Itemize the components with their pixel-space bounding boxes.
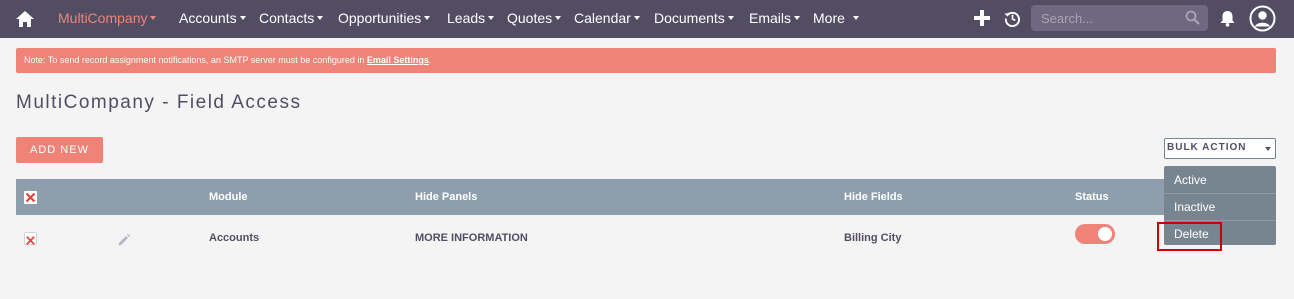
nav-item-label: Leads (447, 10, 486, 26)
chevron-down-icon (555, 16, 562, 21)
cell-module[interactable]: Accounts (209, 215, 259, 261)
chevron-down-icon (1265, 147, 1271, 151)
smtp-notice: Note: To send record assignment notifica… (16, 48, 1276, 73)
column-header-status[interactable]: Status (1075, 179, 1109, 215)
status-toggle[interactable] (1075, 224, 1115, 244)
chevron-down-icon (424, 16, 431, 21)
add-new-button[interactable]: ADD NEW (16, 137, 103, 163)
nav-item-multicompany[interactable]: MultiCompany (58, 0, 157, 38)
nav-item-contacts[interactable]: Contacts (259, 0, 324, 38)
search-input[interactable] (1041, 5, 1181, 31)
notice-suffix: . (428, 55, 432, 65)
toggle-knob (1098, 227, 1112, 241)
menu-item-inactive[interactable]: Inactive (1164, 194, 1276, 220)
notice-text: Note: To send record assignment notifica… (24, 55, 367, 65)
nav-item-opportunities[interactable]: Opportunities (338, 0, 431, 38)
nav-item-label: Accounts (179, 10, 237, 26)
top-navigation: MultiCompany Accounts Contacts Opportuni… (0, 0, 1294, 38)
nav-item-accounts[interactable]: Accounts (179, 0, 246, 38)
menu-item-active[interactable]: Active (1164, 167, 1276, 193)
chevron-down-icon (488, 16, 495, 21)
nav-item-label: Documents (654, 10, 725, 26)
search-icon[interactable] (1185, 10, 1200, 25)
nav-item-leads[interactable]: Leads (447, 0, 495, 38)
chevron-down-icon (794, 16, 801, 21)
nav-item-label: MultiCompany (58, 10, 148, 26)
nav-item-label: More (813, 10, 845, 26)
x-mark-icon (26, 236, 35, 245)
user-avatar-icon[interactable] (1249, 5, 1276, 32)
delete-highlight-box (1157, 222, 1222, 251)
chevron-down-icon (727, 16, 734, 21)
chevron-down-icon (317, 16, 324, 21)
nav-item-label: Quotes (507, 10, 553, 26)
bulk-action-label: BULK ACTION (1167, 142, 1247, 153)
cell-hide-fields: Billing City (844, 232, 902, 244)
nav-item-label: Emails (749, 10, 792, 26)
history-icon[interactable] (1004, 10, 1021, 27)
nav-item-calendar[interactable]: Calendar (574, 0, 640, 38)
chevron-down-icon (239, 16, 246, 21)
nav-item-label: Calendar (574, 10, 631, 26)
nav-item-documents[interactable]: Documents (654, 0, 734, 38)
column-header-hide-fields[interactable]: Hide Fields (844, 179, 903, 215)
nav-item-label: Contacts (259, 10, 315, 26)
search-box[interactable] (1031, 5, 1208, 31)
chevron-down-icon (633, 16, 640, 21)
nav-item-emails[interactable]: Emails (749, 0, 801, 38)
home-icon[interactable] (15, 9, 35, 29)
select-all-checkbox[interactable] (24, 191, 37, 204)
nav-item-label: Opportunities (338, 10, 422, 26)
column-header-hide-panels[interactable]: Hide Panels (415, 179, 477, 215)
bell-icon[interactable] (1219, 10, 1236, 27)
pencil-icon[interactable] (117, 233, 131, 247)
table-row: Accounts MORE INFORMATION Billing City (16, 215, 1276, 261)
nav-item-more[interactable]: More (813, 0, 859, 38)
chevron-down-icon (150, 16, 157, 21)
chevron-down-icon (852, 16, 859, 21)
email-settings-link[interactable]: Email Settings (367, 55, 429, 65)
column-header-module[interactable]: Module (209, 179, 248, 215)
cell-hide-panels: MORE INFORMATION (415, 232, 528, 244)
row-checkbox[interactable] (24, 232, 37, 245)
x-mark-icon (25, 192, 36, 203)
nav-item-quotes[interactable]: Quotes (507, 0, 562, 38)
plus-icon[interactable] (974, 10, 990, 26)
bulk-action-button[interactable]: BULK ACTION (1164, 138, 1276, 159)
table-header: Module Hide Panels Hide Fields Status (16, 179, 1276, 215)
page-title: MultiCompany - Field Access (16, 92, 302, 113)
